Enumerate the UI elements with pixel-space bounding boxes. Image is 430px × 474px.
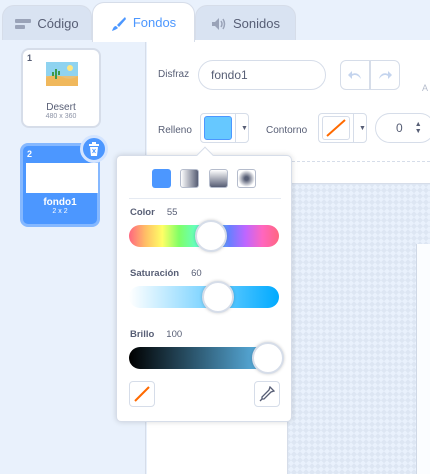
outline-width-value: 0	[396, 121, 403, 135]
code-icon	[15, 17, 32, 31]
saturation-slider-thumb[interactable]	[202, 281, 234, 313]
backdrop-size: 480 x 360	[45, 113, 77, 120]
eyedropper-icon	[259, 386, 275, 402]
tab-backdrops-label: Fondos	[132, 15, 177, 30]
undo-button[interactable]	[340, 60, 370, 90]
chevron-down-icon: ▼	[359, 124, 366, 132]
no-color-button[interactable]	[129, 381, 155, 407]
speaker-icon	[211, 17, 227, 31]
brush-icon	[111, 16, 127, 31]
undo-icon	[348, 71, 361, 79]
costume-name-input[interactable]: fondo1	[198, 60, 326, 90]
fondo1-thumbnail	[26, 163, 98, 193]
brightness-slider-value: 100	[166, 329, 183, 340]
solid-fill-mode-button[interactable]	[152, 169, 171, 188]
backdrop-item-desert[interactable]: 1 Desert 480 x 360	[21, 48, 101, 128]
outline-color-button[interactable]: ▼	[318, 113, 367, 143]
fill-label: Relleno	[158, 125, 192, 136]
backdrop-number: 1	[27, 53, 33, 63]
backdrop-number: 2	[27, 149, 33, 159]
color-slider-thumb[interactable]	[195, 220, 227, 252]
stepper-icon[interactable]: ▲ ▼	[415, 121, 422, 135]
color-picker-popover: Color 55 Saturación 60 Brillo 100	[116, 146, 292, 422]
costume-name-label: Disfraz	[158, 69, 190, 80]
saturation-slider-value: 60	[191, 268, 202, 279]
fill-color-swatch	[204, 116, 232, 140]
popover-divider	[129, 198, 281, 199]
tab-sounds-label: Sonidos	[233, 16, 280, 31]
color-slider-value: 55	[166, 207, 178, 218]
delete-backdrop-button[interactable]	[80, 135, 108, 163]
backdrop-size: 2 x 2	[52, 208, 68, 215]
eyedropper-button[interactable]	[254, 381, 280, 407]
paint-canvas[interactable]	[287, 183, 430, 474]
redo-button[interactable]	[370, 60, 400, 90]
color-slider-label-row: Color 55	[130, 207, 177, 218]
tab-backdrops[interactable]: Fondos	[92, 2, 195, 42]
canvas-stage	[416, 244, 430, 474]
horizontal-gradient-mode-button[interactable]	[180, 169, 199, 188]
overflow-label: A	[422, 83, 429, 93]
backdrop-name: fondo1	[43, 197, 77, 208]
vertical-gradient-mode-button[interactable]	[209, 169, 228, 188]
radial-gradient-mode-button[interactable]	[237, 169, 256, 188]
color-slider-label: Color	[130, 207, 155, 218]
tab-code-label: Código	[37, 16, 79, 31]
tab-bar: Código Fondos Sonidos	[0, 0, 430, 42]
saturation-slider-label: Saturación	[130, 268, 180, 279]
tab-code[interactable]: Código	[2, 5, 92, 41]
outline-label: Contorno	[266, 125, 308, 136]
desert-thumbnail	[46, 62, 78, 86]
backdrop-name: Desert	[46, 102, 76, 113]
chevron-down-icon: ▼	[241, 124, 248, 132]
tab-sounds[interactable]: Sonidos	[195, 5, 296, 41]
fill-color-button[interactable]: ▼	[200, 113, 249, 143]
brightness-slider-label: Brillo	[130, 329, 155, 340]
trash-icon	[89, 142, 99, 156]
saturation-slider-label-row: Saturación 60	[130, 268, 202, 279]
brightness-slider-thumb[interactable]	[252, 342, 284, 374]
no-color-icon	[134, 386, 150, 402]
brightness-slider-label-row: Brillo 100	[130, 329, 182, 340]
outline-width-input[interactable]: 0 ▲ ▼	[375, 113, 430, 143]
redo-icon	[379, 71, 392, 79]
no-outline-swatch	[322, 116, 350, 140]
